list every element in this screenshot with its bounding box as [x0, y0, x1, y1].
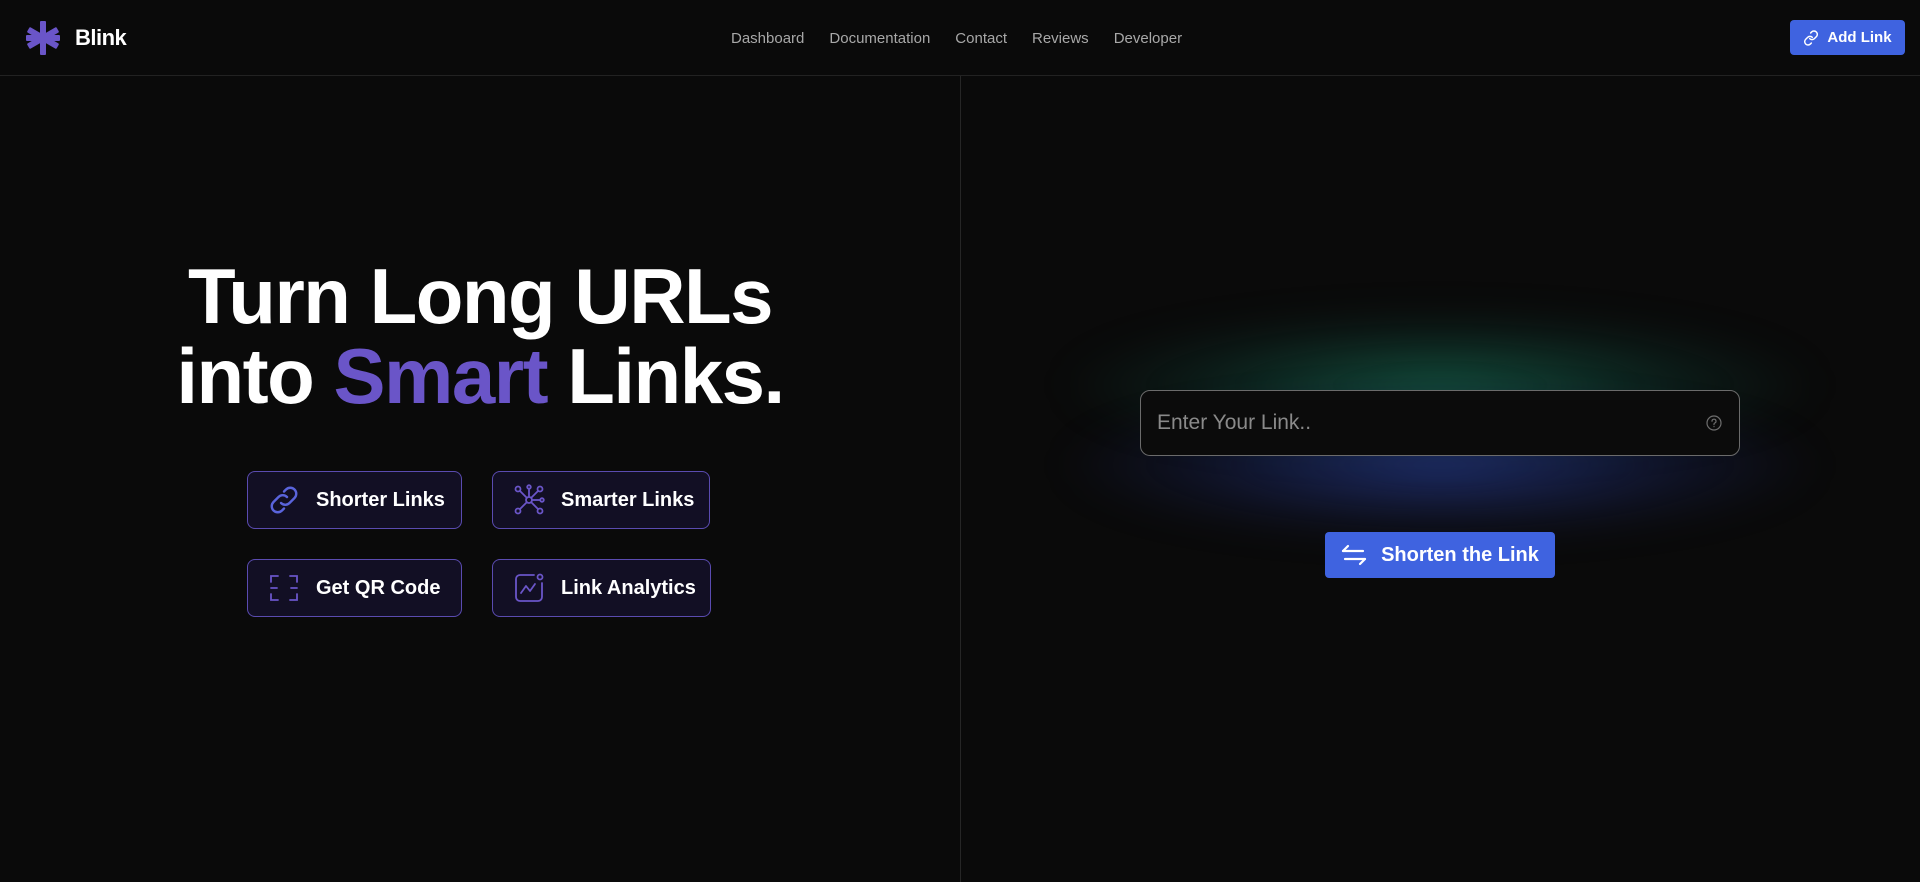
- feature-link-analytics[interactable]: Link Analytics: [492, 559, 711, 617]
- shorten-link-button[interactable]: Shorten the Link: [1325, 532, 1555, 578]
- shorten-button-label: Shorten the Link: [1381, 543, 1539, 566]
- brand[interactable]: Blink: [25, 19, 127, 57]
- nav-developer[interactable]: Developer: [1114, 30, 1182, 47]
- feature-label: Link Analytics: [561, 576, 696, 599]
- link-input[interactable]: [1157, 391, 1697, 454]
- feature-label: Shorter Links: [316, 488, 445, 511]
- question-circle-icon[interactable]: [1706, 415, 1722, 431]
- swap-arrows-icon: [1341, 544, 1367, 566]
- feature-label: Smarter Links: [561, 488, 695, 511]
- feature-label: Get QR Code: [316, 576, 441, 599]
- nav-reviews[interactable]: Reviews: [1032, 30, 1089, 47]
- link-icon: [270, 486, 298, 514]
- hero-line2-accent: Smart: [333, 332, 548, 420]
- hero-line1: Turn Long URLs: [187, 252, 774, 340]
- add-link-label: Add Link: [1827, 29, 1892, 46]
- qr-scan-icon: [270, 575, 298, 601]
- link-input-container: [1140, 390, 1740, 456]
- hero-line2-prefix: into: [176, 332, 314, 420]
- feature-get-qr-code[interactable]: Get QR Code: [247, 559, 462, 617]
- network-icon: [514, 484, 545, 515]
- asterisk-icon: [26, 21, 60, 55]
- nav-contact[interactable]: Contact: [955, 30, 1007, 47]
- add-link-button[interactable]: Add Link: [1790, 20, 1905, 55]
- analytics-icon: [515, 573, 544, 602]
- nav-documentation[interactable]: Documentation: [829, 30, 930, 47]
- hero-line2-suffix: Links.: [567, 332, 785, 420]
- brand-name: Blink: [75, 25, 127, 50]
- top-navbar: Blink Dashboard Documentation Contact Re…: [0, 0, 1920, 76]
- main-nav: Dashboard Documentation Contact Reviews …: [731, 27, 1182, 49]
- panel-divider: [960, 76, 961, 882]
- nav-dashboard[interactable]: Dashboard: [731, 30, 804, 47]
- hero-heading: Turn Long URLs into Smart Links.: [0, 256, 960, 416]
- feature-shorter-links[interactable]: Shorter Links: [247, 471, 462, 529]
- feature-smarter-links[interactable]: Smarter Links: [492, 471, 710, 529]
- link-icon: [1804, 29, 1819, 46]
